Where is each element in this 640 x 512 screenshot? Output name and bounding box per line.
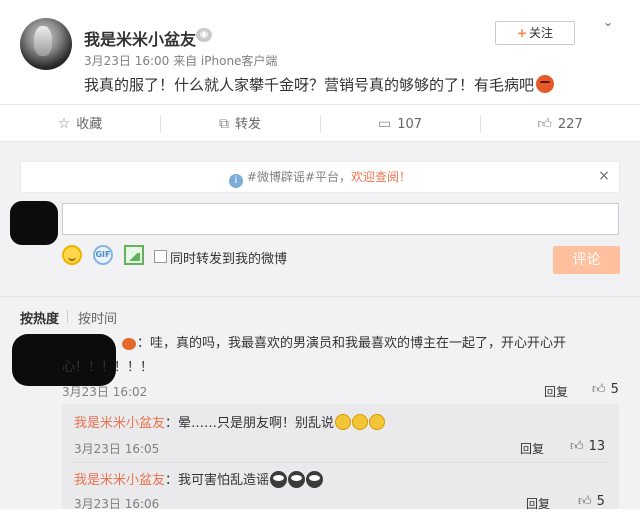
verified-badge-icon: ◉ [196, 28, 212, 42]
gif-icon[interactable]: GIF [93, 245, 113, 265]
reply-like-button[interactable]: 👍︎ 13 [570, 439, 605, 454]
eyes-emoji-icon [288, 471, 306, 488]
comment-icon: ▭ [377, 116, 392, 132]
comment-like-count: 5 [610, 382, 619, 397]
blink-emoji-icon [369, 414, 386, 430]
comment-like-button[interactable]: 👍︎ 5 [592, 382, 619, 397]
sort-divider [0, 296, 640, 297]
post-meta: 3月23日 16:00 来自 iPhone客户端 [84, 54, 278, 68]
thumbs-up-icon: 👍︎ [570, 439, 584, 454]
comment-button[interactable]: ▭ 107 [320, 105, 480, 143]
favorite-button[interactable]: ☆ 收藏 [0, 105, 160, 143]
reply-time: 3月23日 16:06 [74, 497, 160, 511]
blink-emoji-icon [335, 414, 352, 430]
comment-text-line2: 心！！！！！！ [62, 360, 154, 375]
notice-link[interactable]: 欢迎查阅！ [351, 170, 411, 184]
like-count: 227 [557, 117, 583, 132]
comment-time: 3月23日 16:02 [62, 385, 148, 399]
repost-button[interactable]: ⧉ 转发 [160, 105, 320, 143]
thumbs-up-icon: 👍︎ [578, 494, 592, 509]
reply-item: 我是米米小盆友：我可害怕乱造谣 [74, 471, 324, 491]
author-name[interactable]: 我是米米小盆友 [84, 26, 196, 50]
reply-author[interactable]: 我是米米小盆友 [74, 473, 165, 488]
image-icon[interactable] [124, 245, 144, 265]
star-icon: ☆ [57, 116, 71, 132]
sort-by-time-tab[interactable]: 按时间 [78, 308, 117, 327]
submit-comment-button[interactable]: 评论 [553, 246, 620, 274]
reply-author[interactable]: 我是米米小盆友 [74, 416, 165, 431]
weibo-post: 我是米米小盆友 ◉ 3月23日 16:00 来自 iPhone客户端 我真的服了… [0, 0, 640, 104]
reply-reply-button[interactable]: 回复 [526, 495, 550, 512]
my-avatar [10, 201, 58, 245]
notice-text: #微博辟谣#平台， [246, 170, 352, 184]
repost-icon: ⧉ [218, 116, 229, 132]
repost-checkbox-label[interactable]: 同时转发到我的微博 [170, 248, 287, 267]
repost-checkbox[interactable] [154, 250, 167, 263]
reply-reply-button[interactable]: 回复 [520, 440, 544, 457]
comment-text-line1: ：哇，真的吗，我最喜欢的男演员和我最喜欢的博主在一起了，开心开心开 [137, 336, 567, 351]
smile-emoji-icon [122, 338, 136, 350]
reply-text: ：晕……只是朋友啊！别乱说 [165, 416, 335, 431]
angry-emoji-icon [536, 75, 555, 93]
blink-emoji-icon [352, 414, 369, 430]
author-avatar[interactable] [20, 18, 72, 70]
rumor-notice: i #微博辟谣#平台，欢迎查阅！ [20, 161, 620, 193]
comment-count: 107 [397, 117, 423, 132]
favorite-label: 收藏 [76, 117, 103, 132]
repost-label: 转发 [234, 117, 261, 132]
reply-time: 3月23日 16:05 [74, 442, 160, 456]
comment-reply-button[interactable]: 回复 [544, 383, 568, 400]
close-icon[interactable]: × [596, 168, 612, 184]
follow-label: 关注 [529, 26, 554, 40]
post-text: 我真的服了！什么就人家攀千金呀？营销号真的够够的了！有毛病吧 [84, 74, 555, 95]
like-button[interactable]: 👍︎ 227 [480, 105, 640, 143]
reply-text: ：我可害怕乱造谣 [165, 473, 270, 488]
sort-by-hot-tab[interactable]: 按热度 [20, 308, 59, 327]
eyes-emoji-icon [306, 471, 324, 488]
reply-like-count: 5 [596, 494, 605, 509]
sort-separator [67, 310, 68, 323]
info-icon: i [228, 174, 243, 188]
post-action-bar: ☆ 收藏 ⧉ 转发 ▭ 107 👍︎ 227 [0, 104, 640, 142]
emoji-icon[interactable] [62, 245, 82, 265]
follow-button[interactable]: + 关注 [495, 21, 575, 45]
thumbs-up-icon: 👍︎ [537, 116, 552, 132]
comment-input[interactable] [62, 203, 619, 235]
post-text-content: 我真的服了！什么就人家攀千金呀？营销号真的够够的了！有毛病吧 [84, 76, 535, 94]
reply-like-button[interactable]: 👍︎ 5 [578, 494, 605, 509]
eyes-emoji-icon [270, 471, 288, 488]
plus-icon: + [516, 26, 528, 40]
chevron-down-icon[interactable]: ⌄ [601, 15, 615, 29]
reply-divider [72, 462, 610, 463]
thumbs-up-icon: 👍︎ [592, 382, 606, 397]
reply-like-count: 13 [588, 439, 606, 454]
reply-item: 我是米米小盆友：晕……只是朋友啊！别乱说 [74, 414, 386, 434]
